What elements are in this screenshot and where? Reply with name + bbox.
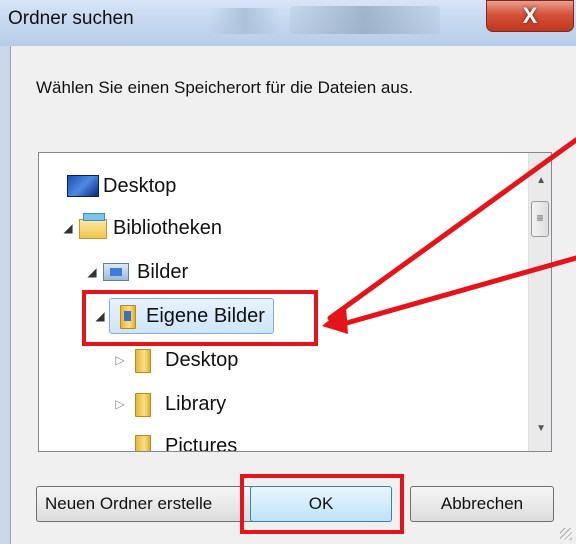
tree-item-pictures[interactable]: Pictures [129, 429, 238, 452]
vertical-scrollbar[interactable]: ▲ ≡ ▼ [528, 153, 551, 451]
pictures-library-icon [101, 259, 131, 285]
tree-item-label: Library [165, 392, 227, 415]
window-title: Ordner suchen [8, 8, 134, 29]
folder-icon [129, 347, 159, 373]
annotation-highlight-ok [240, 474, 404, 534]
close-button[interactable]: X [486, 0, 574, 32]
new-folder-button[interactable]: Neuen Ordner erstelle [36, 486, 264, 522]
tree-item-label: Desktop [103, 174, 177, 197]
collapse-arrow-icon[interactable]: ▷ [111, 397, 129, 411]
tree-item-label: Pictures [165, 434, 238, 452]
tree-item-bibliotheken[interactable]: ◢ Bibliotheken [59, 211, 222, 245]
instruction-text: Wählen Sie einen Speicherort für die Dat… [36, 78, 414, 97]
scroll-thumb[interactable]: ≡ [531, 201, 549, 237]
tree-item-bilder[interactable]: ◢ Bilder [83, 255, 188, 289]
tree-item-desktop[interactable]: Desktop [67, 169, 176, 203]
scroll-down-arrow-icon[interactable]: ▼ [536, 423, 546, 434]
tree-item-label: Bibliotheken [113, 216, 222, 239]
folder-icon [129, 433, 159, 451]
collapse-arrow-icon[interactable]: ▷ [111, 353, 129, 367]
annotation-highlight-eigene-bilder [82, 290, 318, 346]
libraries-icon [77, 213, 107, 241]
folder-icon [129, 391, 159, 417]
background-blur [290, 6, 440, 34]
tree-item-label: Desktop [165, 348, 239, 371]
scroll-up-arrow-icon[interactable]: ▲ [536, 175, 546, 186]
cancel-button[interactable]: Abbrechen [410, 486, 554, 522]
desktop-icon [67, 173, 99, 199]
expand-arrow-icon[interactable]: ◢ [83, 265, 101, 279]
background-blur [210, 8, 280, 34]
title-bar: Ordner suchen X [0, 0, 576, 46]
tree-item-label: Bilder [137, 260, 189, 283]
tree-item-library[interactable]: ▷ Library [111, 387, 226, 421]
tree-item-desktop-folder[interactable]: ▷ Desktop [111, 343, 238, 377]
expand-arrow-icon[interactable]: ◢ [59, 221, 77, 235]
resize-grip-icon[interactable] [560, 528, 572, 540]
